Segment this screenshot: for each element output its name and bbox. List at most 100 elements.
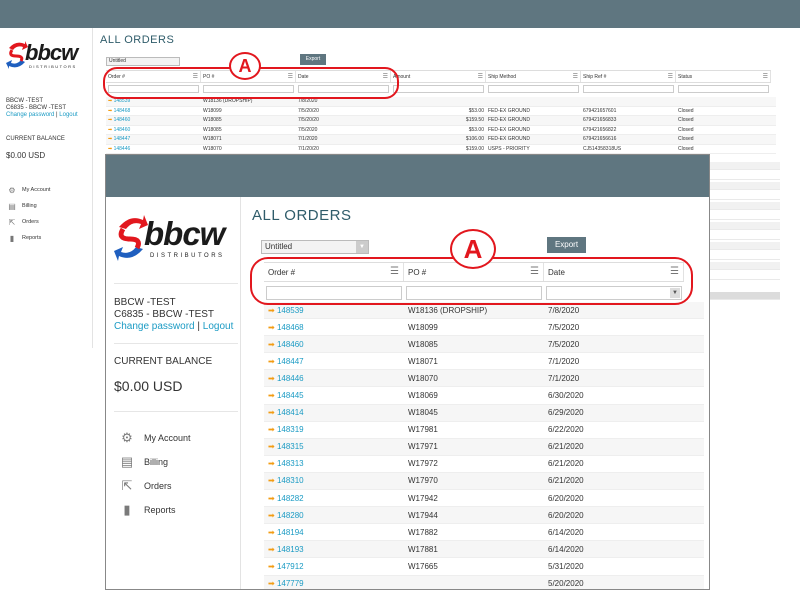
table-cell-order[interactable]: ➡ 148460 bbox=[106, 127, 201, 133]
table-cell-order[interactable]: ➡ 148310 bbox=[264, 476, 404, 485]
export-button[interactable]: Export bbox=[300, 54, 326, 65]
column-menu-icon[interactable]: ☰ bbox=[478, 73, 483, 80]
sidebar-item-reports[interactable]: ▮ Reports bbox=[120, 498, 191, 522]
table-cell-order[interactable]: ➡ 148468 bbox=[264, 323, 404, 332]
sidebar-item-label: Orders bbox=[22, 219, 39, 225]
table-cell-order[interactable]: ➡ 148313 bbox=[264, 459, 404, 468]
filter-amount-input[interactable] bbox=[393, 85, 484, 93]
table-cell-po: W18099 bbox=[408, 322, 438, 332]
export-button[interactable]: Export bbox=[547, 237, 586, 253]
column-header-ship-ref[interactable]: Ship Ref # ☰ bbox=[581, 71, 676, 82]
table-cell-po: W17981 bbox=[408, 425, 438, 435]
order-link[interactable]: 148282 bbox=[277, 494, 304, 503]
column-header-ship-method[interactable]: Ship Method ☰ bbox=[486, 71, 581, 82]
table-cell-order[interactable]: ➡ 147912 bbox=[264, 562, 404, 571]
order-link[interactable]: 148447 bbox=[114, 136, 131, 142]
table-row: ➡ 148280 W17944 6/20/2020 bbox=[264, 507, 704, 525]
sidebar-item-orders[interactable]: ⇱ Orders bbox=[120, 474, 191, 498]
order-link[interactable]: 147779 bbox=[277, 579, 304, 588]
change-password-link[interactable]: Change password bbox=[114, 321, 195, 332]
logout-link[interactable]: Logout bbox=[203, 321, 234, 332]
sidebar-item-billing[interactable]: ▤ Billing bbox=[8, 198, 50, 214]
order-link[interactable]: 148310 bbox=[277, 476, 304, 485]
sidebar-item-orders[interactable]: ⇱ Orders bbox=[8, 214, 50, 230]
sidebar-item-reports[interactable]: ▮ Reports bbox=[8, 230, 50, 246]
table-cell-order[interactable]: ➡ 148414 bbox=[264, 408, 404, 417]
table-cell-date: 6/21/2020 bbox=[548, 476, 584, 486]
order-link[interactable]: 148446 bbox=[114, 146, 131, 152]
column-label: Status bbox=[678, 74, 693, 80]
order-link[interactable]: 148460 bbox=[114, 117, 131, 123]
order-link[interactable]: 148445 bbox=[277, 391, 304, 400]
table-cell-order[interactable]: ➡ 148319 bbox=[264, 425, 404, 434]
order-link[interactable]: 148539 bbox=[114, 98, 131, 104]
callout-badge-small: A bbox=[229, 52, 261, 80]
table-row-stub bbox=[710, 252, 780, 260]
table-cell-order[interactable]: ➡ 147779 bbox=[264, 579, 404, 588]
order-link[interactable]: 148193 bbox=[277, 545, 304, 554]
table-cell-order[interactable]: ➡ 148193 bbox=[264, 545, 404, 554]
table-cell-order[interactable]: ➡ 148447 bbox=[264, 357, 404, 366]
brand-logo[interactable]: bbcw DISTRIBUTORS bbox=[6, 38, 90, 74]
top-header-bar bbox=[0, 0, 800, 28]
balance-label: CURRENT BALANCE bbox=[114, 356, 213, 367]
table-cell-order[interactable]: ➡ 148460 bbox=[106, 117, 201, 123]
logout-link[interactable]: Logout bbox=[59, 112, 77, 118]
order-link[interactable]: 148468 bbox=[114, 108, 131, 114]
table-cell-amount: $159.00 bbox=[465, 145, 484, 152]
table-row-stub bbox=[710, 162, 780, 170]
column-menu-icon[interactable]: ☰ bbox=[668, 73, 673, 80]
arrow-right-icon: ➡ bbox=[268, 305, 277, 315]
order-link[interactable]: 148460 bbox=[114, 127, 131, 133]
logo-wordmark: bbcw bbox=[144, 215, 225, 252]
sidebar-item-billing[interactable]: ▤ Billing bbox=[120, 450, 191, 474]
filter-ref-input[interactable] bbox=[583, 85, 674, 93]
column-menu-icon[interactable]: ☰ bbox=[763, 73, 768, 80]
view-select[interactable]: Untitled bbox=[106, 57, 180, 66]
table-cell-status: Closed bbox=[678, 126, 694, 133]
table-cell-order[interactable]: ➡ 148446 bbox=[106, 146, 201, 152]
order-link[interactable]: 148468 bbox=[277, 323, 304, 332]
table-cell-po: W18085 bbox=[203, 117, 222, 124]
table-cell-order[interactable]: ➡ 148446 bbox=[264, 374, 404, 383]
table-cell-order[interactable]: ➡ 148447 bbox=[106, 136, 201, 142]
table-cell-order[interactable]: ➡ 148280 bbox=[264, 511, 404, 520]
sidebar-item-my-account[interactable]: ⚙ My Account bbox=[120, 426, 190, 450]
filter-status-input[interactable] bbox=[678, 85, 769, 93]
table-cell-ref: CJ514358318US bbox=[583, 145, 622, 152]
view-select[interactable]: Untitled ▼ bbox=[261, 240, 369, 254]
divider bbox=[114, 411, 238, 412]
order-link[interactable]: 148447 bbox=[277, 357, 304, 366]
order-link[interactable]: 148319 bbox=[277, 425, 304, 434]
table-row-stub bbox=[710, 182, 780, 190]
chevron-down-icon[interactable]: ▼ bbox=[356, 241, 368, 253]
logo-subtext: DISTRIBUTORS bbox=[29, 64, 77, 69]
table-cell-po: W17665 bbox=[408, 561, 438, 571]
filter-method-input[interactable] bbox=[488, 85, 579, 93]
table-cell-date: 6/22/2020 bbox=[548, 425, 584, 435]
table-cell-order[interactable]: ➡ 148539 bbox=[264, 306, 404, 315]
order-link[interactable]: 148315 bbox=[277, 442, 304, 451]
column-header-amount[interactable]: Amount ☰ bbox=[391, 71, 486, 82]
arrow-right-icon: ➡ bbox=[268, 322, 277, 332]
order-link[interactable]: 148414 bbox=[277, 408, 304, 417]
order-link[interactable]: 148313 bbox=[277, 459, 304, 468]
order-link[interactable]: 148539 bbox=[277, 306, 304, 315]
order-link[interactable]: 148446 bbox=[277, 374, 304, 383]
order-link[interactable]: 148460 bbox=[277, 340, 304, 349]
table-cell-order[interactable]: ➡ 148468 bbox=[106, 108, 201, 114]
column-menu-icon[interactable]: ☰ bbox=[573, 73, 578, 80]
change-password-link[interactable]: Change password bbox=[6, 112, 54, 118]
sidebar-item-my-account[interactable]: ⚙ My Account bbox=[8, 182, 50, 198]
table-cell-order[interactable]: ➡ 148194 bbox=[264, 528, 404, 537]
table-cell-order[interactable]: ➡ 148315 bbox=[264, 442, 404, 451]
brand-logo[interactable]: bbcw DISTRIBUTORS bbox=[114, 211, 239, 267]
table-cell-order[interactable]: ➡ 148539 bbox=[106, 98, 201, 104]
table-cell-order[interactable]: ➡ 148460 bbox=[264, 340, 404, 349]
order-link[interactable]: 148280 bbox=[277, 511, 304, 520]
table-cell-order[interactable]: ➡ 148282 bbox=[264, 494, 404, 503]
order-link[interactable]: 147912 bbox=[277, 562, 304, 571]
column-header-status[interactable]: Status ☰ bbox=[676, 71, 771, 82]
table-cell-order[interactable]: ➡ 148445 bbox=[264, 391, 404, 400]
order-link[interactable]: 148194 bbox=[277, 528, 304, 537]
